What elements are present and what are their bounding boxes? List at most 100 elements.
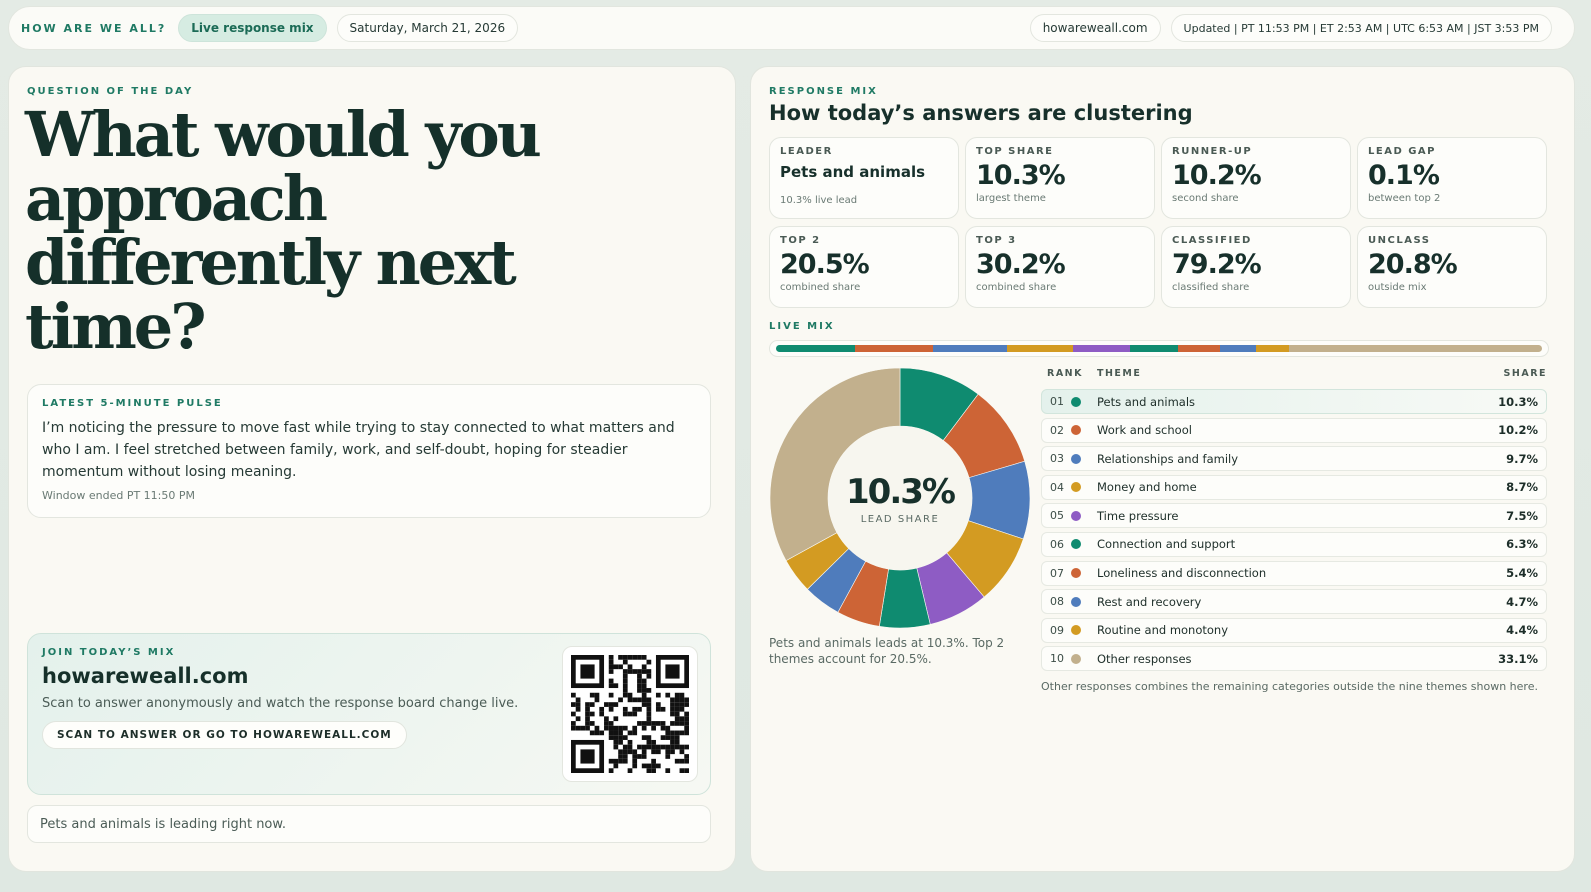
qr-module	[646, 744, 652, 750]
stat-value: 30.2%	[976, 249, 1066, 280]
join-card: JOIN TODAY’S MIX howareweall.com Scan to…	[27, 633, 711, 795]
table-row[interactable]: 08 Rest and recovery 4.7%	[1041, 589, 1547, 615]
qr-module	[632, 730, 638, 736]
qr-module	[641, 721, 647, 726]
share-header: SHARE	[1503, 368, 1547, 379]
table-row[interactable]: 03 Relationships and family 9.7%	[1041, 446, 1547, 472]
row-theme: Rest and recovery	[1097, 594, 1202, 609]
qr-module	[580, 664, 595, 679]
row-theme: Loneliness and disconnection	[1097, 566, 1267, 581]
qr-module	[641, 692, 647, 698]
qr-code-graphic	[571, 655, 689, 773]
qr-module	[641, 735, 647, 740]
qr-module	[632, 711, 638, 717]
qr-module	[646, 669, 652, 674]
table-row[interactable]: 04 Money and home 8.7%	[1041, 474, 1547, 500]
row-theme: Money and home	[1097, 480, 1197, 495]
qr-module	[674, 711, 680, 717]
stat-value: 20.5%	[780, 249, 870, 280]
qr-module	[608, 768, 614, 773]
qr-module	[665, 744, 671, 750]
qr-module	[613, 664, 619, 670]
qr-module	[622, 749, 628, 755]
qr-module	[670, 721, 675, 726]
qr-module	[674, 692, 680, 698]
qr-module	[585, 725, 590, 731]
qr-module	[608, 758, 614, 764]
row-share: 10.2%	[1498, 423, 1538, 438]
donut-chart	[769, 367, 1031, 629]
mix-segment	[1073, 345, 1131, 352]
qr-module	[679, 744, 685, 750]
scan-to-answer-button[interactable]: SCAN TO ANSWER OR GO TO HOWAREWEALL.COM	[42, 721, 407, 749]
qr-module	[613, 739, 619, 745]
mix-segment	[1130, 345, 1179, 352]
qr-module	[589, 721, 595, 726]
stat-value: Pets and animals	[780, 163, 926, 181]
qr-module	[684, 754, 689, 759]
qr-module	[589, 711, 595, 717]
stat-leader: LEADER Pets and animals 10.3% live lead	[769, 137, 959, 219]
qr-module	[571, 711, 576, 717]
qr-module	[580, 749, 595, 764]
qr-module	[660, 721, 666, 726]
row-share: 10.3%	[1498, 394, 1538, 409]
table-row[interactable]: 10 Other responses 33.1%	[1041, 646, 1547, 672]
response-eyebrow: RESPONSE MIX	[769, 86, 878, 97]
stat-sub: second share	[1172, 193, 1239, 204]
pulse-text: I’m noticing the pressure to move fast w…	[42, 420, 675, 480]
qr-module	[646, 697, 652, 703]
table-row[interactable]: 06 Connection and support 6.3%	[1041, 531, 1547, 557]
site-link[interactable]: howareweall.com	[1029, 14, 1161, 42]
qr-module	[646, 706, 652, 712]
qr-module	[627, 744, 633, 750]
qr-module	[651, 763, 656, 769]
qr-module	[641, 655, 647, 660]
qr-module	[679, 730, 685, 736]
live-mix-badge[interactable]: Live response mix	[178, 14, 327, 42]
qr-code-icon[interactable]	[562, 646, 698, 782]
qr-module	[651, 744, 656, 750]
qr-module	[622, 692, 628, 698]
qr-module	[622, 688, 628, 693]
stat-value: 10.2%	[1172, 160, 1262, 191]
table-row[interactable]: 02 Work and school 10.2%	[1041, 417, 1547, 443]
stat-value: 79.2%	[1172, 249, 1262, 280]
qr-module	[622, 754, 628, 759]
qr-module	[613, 716, 619, 722]
qr-module	[575, 702, 581, 707]
row-theme: Connection and support	[1097, 537, 1236, 552]
qr-module	[604, 721, 609, 726]
table-row[interactable]: 09 Routine and monotony 4.4%	[1041, 617, 1547, 643]
pulse-eyebrow: LATEST 5-MINUTE PULSE	[42, 398, 223, 409]
qr-module	[665, 725, 671, 731]
stat-label: TOP 3	[976, 235, 1017, 246]
stat-value: 0.1%	[1368, 160, 1440, 191]
qr-module	[637, 655, 642, 660]
qr-module	[575, 716, 581, 722]
row-share: 4.7%	[1506, 594, 1538, 609]
table-row[interactable]: 07 Loneliness and disconnection 5.4%	[1041, 560, 1547, 586]
stat-label: TOP SHARE	[976, 146, 1054, 157]
qr-module	[608, 730, 614, 736]
qr-module	[622, 735, 628, 740]
stat-top-2: TOP 2 20.5% combined share	[769, 226, 959, 308]
qr-module	[585, 716, 590, 722]
stat-top-3: TOP 3 30.2% combined share	[965, 226, 1155, 308]
qr-module	[618, 739, 623, 745]
stat-runner-up: RUNNER-UP 10.2% second share	[1161, 137, 1351, 219]
table-row[interactable]: 05 Time pressure 7.5%	[1041, 503, 1547, 529]
qr-module	[604, 716, 609, 722]
stat-sub: 10.3% live lead	[780, 195, 858, 206]
qr-module	[604, 702, 609, 707]
qr-module	[670, 749, 675, 755]
qr-module	[637, 706, 642, 712]
stat-label: RUNNER-UP	[1172, 146, 1253, 157]
qr-module	[632, 763, 638, 769]
qr-module	[637, 669, 642, 674]
qr-module	[627, 739, 633, 745]
qr-module	[674, 702, 680, 707]
row-rank: 10	[1050, 652, 1064, 666]
qr-module	[651, 721, 656, 726]
table-row[interactable]: 01 Pets and animals 10.3%	[1041, 389, 1547, 414]
